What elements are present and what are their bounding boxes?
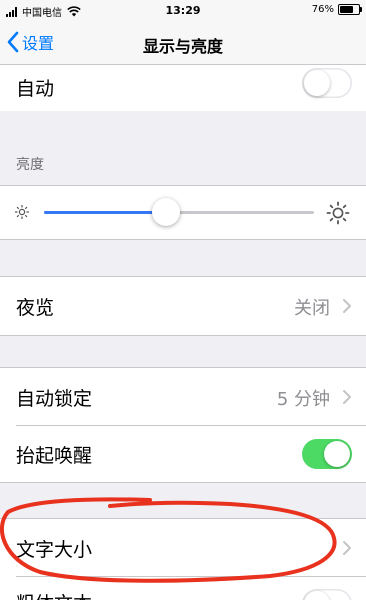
- raise-to-wake-label: 抬起唤醒: [16, 445, 93, 467]
- auto-brightness-label: 自动: [16, 78, 55, 100]
- brightness-slider-thumb[interactable]: [151, 198, 180, 226]
- raise-to-wake-toggle[interactable]: [302, 439, 352, 469]
- page-title: 显示与亮度: [142, 37, 223, 56]
- battery-fill: [340, 6, 354, 13]
- auto-lock-label: 自动锁定: [16, 388, 93, 410]
- toggle-knob: [304, 70, 330, 96]
- brightness-slider-row: [0, 185, 366, 240]
- auto-brightness-row: 自动: [0, 65, 366, 111]
- brightness-section-header: 亮度: [16, 157, 44, 173]
- night-shift-value: 关闭: [294, 298, 330, 319]
- brightness-slider[interactable]: [44, 198, 314, 226]
- auto-brightness-toggle[interactable]: [302, 68, 352, 98]
- sun-large-icon: [326, 201, 350, 225]
- text-size-label: 文字大小: [16, 539, 93, 561]
- raise-to-wake-row: 抬起唤醒: [0, 426, 366, 483]
- auto-lock-row[interactable]: 自动锁定 5 分钟: [0, 367, 366, 426]
- battery-percent: 76%: [311, 4, 334, 15]
- status-bar: 中国电信 13:29 76%: [0, 0, 366, 22]
- night-shift-row[interactable]: 夜览 关闭: [0, 276, 366, 336]
- toggle-knob: [304, 591, 330, 600]
- battery-icon: [338, 4, 362, 15]
- bold-text-label: 粗体文本: [16, 589, 92, 600]
- toggle-knob: [324, 441, 350, 467]
- night-shift-label: 夜览: [16, 297, 55, 319]
- auto-lock-value: 5 分钟: [276, 389, 330, 410]
- text-size-row[interactable]: 文字大小: [0, 518, 366, 577]
- bold-text-toggle[interactable]: [302, 589, 352, 600]
- chevron-right-icon: [343, 541, 351, 555]
- navigation-bar: 设置 显示与亮度: [0, 22, 366, 65]
- bold-text-row: 粗体文本: [0, 577, 366, 600]
- chevron-right-icon: [343, 390, 351, 404]
- chevron-right-icon: [343, 299, 351, 313]
- sun-small-icon: [14, 204, 30, 220]
- status-right: 76%: [311, 4, 362, 15]
- brightness-slider-fill: [44, 211, 166, 214]
